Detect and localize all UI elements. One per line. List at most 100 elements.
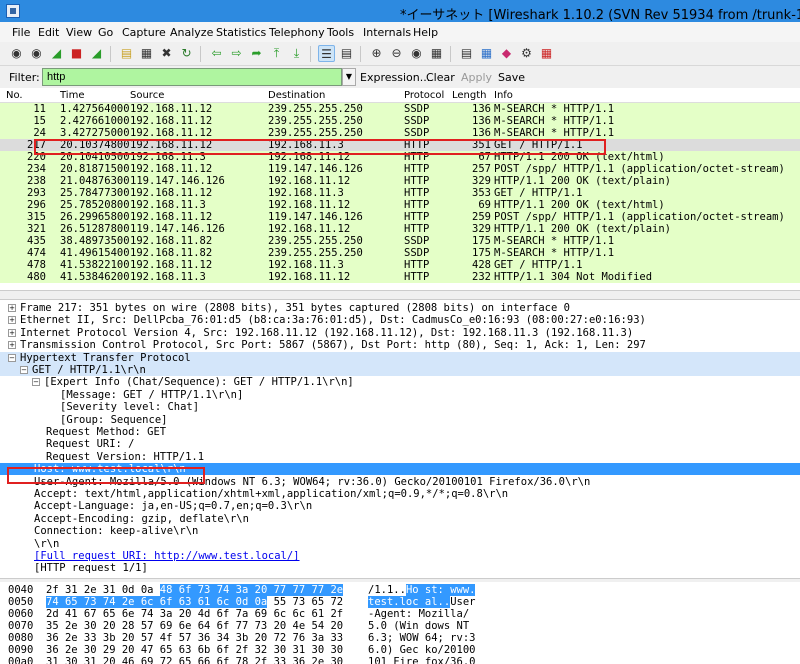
detail-line[interactable]: \r\n [0,538,800,550]
detail-line[interactable]: Request URI: / [0,438,800,450]
open-file-icon[interactable]: ▤ [118,45,135,62]
detail-line[interactable]: + Internet Protocol Version 4, Src: 192.1… [0,327,800,339]
chevron-down-icon[interactable]: ▼ [342,68,356,86]
zoom-out-icon[interactable]: ⊖ [388,45,405,62]
packet-row[interactable]: 15 2.427661000 192.168.11.12 239.255.255.25… [0,115,800,127]
bytes-row[interactable]: 0040 2f 31 2e 31 0d 0a 48 6f 73 74 3a 20 … [0,584,800,596]
expand-icon[interactable]: + [8,304,16,312]
detail-line[interactable]: [Severity level: Chat] [0,401,800,413]
clear-button[interactable]: Clear [426,71,455,84]
collapse-icon[interactable]: − [20,366,28,374]
bytes-row[interactable]: 00a0 31 30 31 20 46 69 72 65 66 6f 78 2f … [0,656,800,664]
detail-line[interactable]: Accept-Language: ja,en-US;q=0.7,en;q=0.3… [0,500,800,512]
capture-options-icon[interactable]: ◉ [28,45,45,62]
menu-capture[interactable]: Capture [122,26,166,39]
detail-line[interactable]: Accept: text/html,application/xhtml+xml,… [0,488,800,500]
detail-line[interactable]: Accept-Encoding: gzip, deflate\r\n [0,513,800,525]
goto-packet-icon[interactable]: ➦ [248,45,265,62]
menu-statistics[interactable]: Statistics [216,26,266,39]
bytes-row[interactable]: 0080 36 2e 33 3b 20 57 4f 57 36 34 3b 20 … [0,632,800,644]
capture-filters-icon[interactable]: ▤ [458,45,475,62]
display-filter-input[interactable]: http [42,68,342,86]
detail-line[interactable]: + Ethernet II, Src: DellPcba_76:01:d5 (b8… [0,314,800,326]
packet-row[interactable]: 435 38.48973500(192.168.11.82 239.255.255.… [0,235,800,247]
menu-internals[interactable]: Internals [363,26,411,39]
last-packet-icon[interactable]: ⤓ [288,45,305,62]
back-icon[interactable]: ⇦ [208,45,225,62]
coloring-rules-icon[interactable]: ◆ [498,45,515,62]
collapse-icon[interactable]: − [8,353,16,362]
column-protocol[interactable]: Protocol [404,90,444,101]
reload-icon[interactable]: ↻ [178,45,195,62]
packet-row[interactable]: 315 26.29965800(192.168.11.12 119.147.146.… [0,211,800,223]
pane-splitter[interactable] [0,290,800,300]
help-icon[interactable]: ▦ [538,45,555,62]
start-capture-icon[interactable]: ◢ [48,45,65,62]
zoom-in-icon[interactable]: ⊕ [368,45,385,62]
column-time[interactable]: Time [60,90,84,101]
detail-line[interactable]: Request Method: GET [0,426,800,438]
interface-list-icon[interactable]: ◉ [8,45,25,62]
column-source[interactable]: Source [130,90,164,101]
column-info[interactable]: Info [494,90,513,101]
detail-line[interactable]: [Full request URI: http://www.test.local… [0,550,800,562]
menu-file[interactable]: File [12,26,30,39]
packet-row[interactable]: 238 21.04876300(119.147.146.126 192.168.11… [0,175,800,187]
packet-no: 321 [27,223,46,235]
forward-icon[interactable]: ⇨ [228,45,245,62]
detail-text: [HTTP request 1/1] [34,562,148,575]
menu-help[interactable]: Help [413,26,438,39]
colorize-icon[interactable]: ☰ [318,45,335,62]
detail-line[interactable]: [Group: Sequence] [0,414,800,426]
menu-tools[interactable]: Tools [327,26,354,39]
detail-text: Transmission Control Protocol, Src Port:… [20,339,646,352]
restart-capture-icon[interactable]: ◢ [88,45,105,62]
bytes-row[interactable]: 0050 74 65 73 74 2e 6c 6f 63 61 6c 0d 0a … [0,596,800,608]
close-file-icon[interactable]: ✖ [158,45,175,62]
expand-icon[interactable]: + [8,328,16,337]
save-file-icon[interactable]: ▦ [138,45,155,62]
expression-button[interactable]: Expression... [360,71,430,84]
detail-line[interactable]: − [Expert Info (Chat/Sequence): GET / HTT… [0,376,800,388]
bytes-row[interactable]: 0090 36 2e 30 29 20 47 65 63 6b 6f 2f 32 … [0,644,800,656]
normal-size-icon[interactable]: ◉ [408,45,425,62]
column-destination[interactable]: Destination [268,90,325,101]
menu-view[interactable]: View [66,26,92,39]
apply-button[interactable]: Apply [461,71,492,84]
detail-line[interactable]: [HTTP request 1/1] [0,562,800,574]
detail-line[interactable]: [Message: GET / HTTP/1.1\r\n] [0,389,800,401]
expand-icon[interactable]: + [8,341,16,350]
packet-row[interactable]: 24 3.427275000 192.168.11.12 239.255.255.25… [0,127,800,139]
packet-row[interactable]: 478 41.53822100(192.168.11.12 192.168.11.3… [0,259,800,271]
autoscroll-icon[interactable]: ▤ [338,45,355,62]
bytes-row[interactable]: 0060 2d 41 67 65 6e 74 3a 20 4d 6f 7a 69 … [0,608,800,620]
first-packet-icon[interactable]: ⤒ [268,45,285,62]
expand-icon[interactable]: + [8,316,16,325]
menu-analyze[interactable]: Analyze [170,26,213,39]
preferences-icon[interactable]: ⚙ [518,45,535,62]
detail-http-header[interactable]: − Hypertext Transfer Protocol [0,351,800,364]
menu-edit[interactable]: Edit [38,26,59,39]
packet-row[interactable]: 293 25.78477300(192.168.11.12 192.168.11.3… [0,187,800,199]
display-filters-icon[interactable]: ▦ [478,45,495,62]
menu-go[interactable]: Go [98,26,113,39]
detail-line[interactable]: Request Version: HTTP/1.1 [0,451,800,463]
stop-capture-icon[interactable]: ■ [68,45,85,62]
menu-telephony[interactable]: Telephony [269,26,325,39]
save-button[interactable]: Save [498,71,525,84]
packet-row[interactable]: 11 1.427564000 192.168.11.12 239.255.255.25… [0,103,800,115]
packet-row[interactable]: 480 41.53846200(192.168.11.3 192.168.11.12… [0,271,800,283]
bytes-row[interactable]: 0070 35 2e 30 20 28 57 69 6e 64 6f 77 73 … [0,620,800,632]
packet-row[interactable]: 234 20.81871500(192.168.11.12 119.147.146.… [0,163,800,175]
packet-row[interactable]: 296 25.78520800(192.168.11.3 192.168.11.12… [0,199,800,211]
packet-row[interactable]: 474 41.49615400(192.168.11.82 239.255.255.… [0,247,800,259]
column-no[interactable]: No. [6,90,23,101]
packet-row[interactable]: 321 26.51287800(119.147.146.126 192.168.11… [0,223,800,235]
detail-line[interactable]: Connection: keep-alive\r\n [0,525,800,537]
detail-line[interactable]: + Frame 217: 351 bytes on wire (2808 bits… [0,302,800,314]
column-length[interactable]: Length [452,90,487,101]
collapse-icon[interactable]: − [32,378,40,387]
resize-columns-icon[interactable]: ▦ [428,45,445,62]
detail-line[interactable]: − GET / HTTP/1.1\r\n [0,364,800,376]
detail-line[interactable]: + Transmission Control Protocol, Src Port… [0,339,800,351]
